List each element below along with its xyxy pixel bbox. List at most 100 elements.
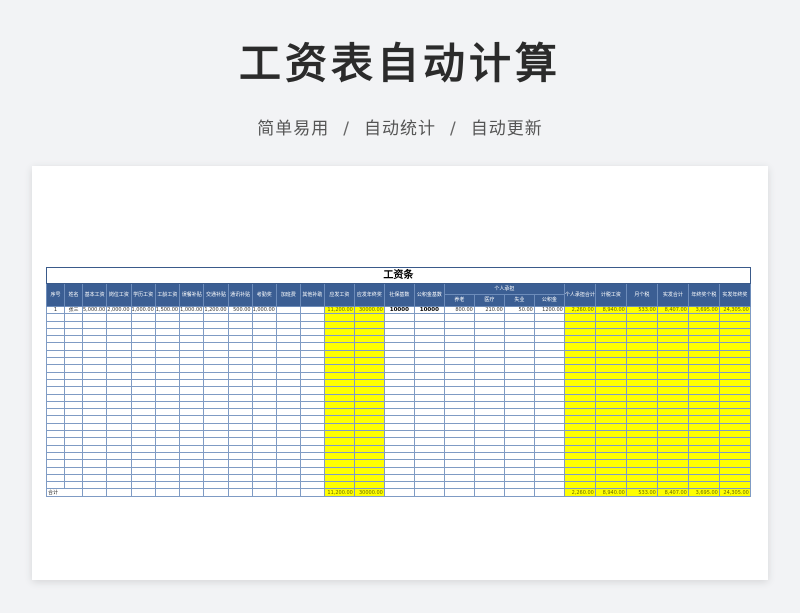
table-cell[interactable]	[64, 371, 83, 380]
table-cell[interactable]	[203, 430, 229, 439]
table-cell[interactable]	[533, 481, 565, 490]
table-cell[interactable]: 3,695.00	[687, 305, 720, 315]
table-cell[interactable]	[106, 466, 132, 475]
table-cell[interactable]	[154, 481, 181, 490]
table-cell[interactable]	[46, 335, 65, 344]
table-cell[interactable]: 800.00	[443, 305, 475, 315]
table-cell[interactable]	[383, 481, 415, 490]
table-cell[interactable]	[563, 481, 596, 490]
table-cell[interactable]	[130, 481, 156, 490]
table-cell[interactable]	[443, 335, 475, 344]
table-cell[interactable]	[251, 349, 277, 359]
table-cell[interactable]	[443, 422, 475, 432]
table-cell[interactable]	[413, 335, 445, 344]
table-cell[interactable]	[594, 357, 627, 366]
table-cell[interactable]	[106, 386, 132, 395]
table-cell[interactable]	[46, 459, 65, 468]
table-cell[interactable]	[323, 357, 355, 366]
table-cell[interactable]	[383, 473, 415, 483]
table-cell[interactable]	[443, 473, 475, 483]
table-cell[interactable]	[383, 408, 415, 417]
table-cell[interactable]	[203, 371, 229, 380]
table-cell[interactable]	[106, 335, 132, 344]
table-cell[interactable]	[443, 342, 475, 351]
table-cell[interactable]	[81, 357, 108, 366]
table-cell[interactable]	[443, 371, 475, 380]
table-cell[interactable]	[594, 451, 627, 461]
table-cell[interactable]	[413, 386, 445, 395]
table-cell[interactable]	[323, 430, 355, 439]
table-cell[interactable]	[299, 342, 325, 351]
table-cell[interactable]: 11,200.00	[323, 305, 355, 315]
table-cell[interactable]	[275, 400, 301, 410]
table-cell[interactable]	[443, 408, 475, 417]
table-cell[interactable]	[656, 466, 689, 475]
table-cell[interactable]	[533, 357, 565, 366]
table-cell[interactable]	[443, 444, 475, 453]
table-cell[interactable]	[46, 327, 65, 337]
table-cell[interactable]	[353, 386, 385, 395]
table-cell[interactable]	[251, 459, 277, 468]
table-cell[interactable]	[299, 393, 325, 402]
table-cell[interactable]	[533, 444, 565, 453]
table-cell[interactable]	[299, 415, 325, 424]
table-cell[interactable]	[106, 437, 132, 446]
table-cell[interactable]	[64, 422, 83, 432]
table-cell[interactable]	[106, 400, 132, 410]
table-cell[interactable]	[46, 451, 65, 461]
table-cell[interactable]	[443, 415, 475, 424]
table-cell[interactable]: 1,000.00	[179, 305, 205, 315]
table-cell[interactable]	[383, 335, 415, 344]
table-cell[interactable]	[227, 437, 253, 446]
table-cell[interactable]	[179, 393, 205, 402]
table-cell[interactable]	[503, 342, 535, 351]
table-cell[interactable]	[473, 451, 505, 461]
table-cell[interactable]	[179, 371, 205, 380]
table-cell[interactable]	[656, 444, 689, 453]
table-cell[interactable]	[106, 408, 132, 417]
table-cell[interactable]	[687, 473, 720, 483]
table-cell[interactable]	[625, 422, 658, 432]
table-cell[interactable]	[275, 481, 301, 490]
table-cell[interactable]	[383, 364, 415, 373]
table-cell[interactable]	[473, 459, 505, 468]
table-cell[interactable]	[625, 357, 658, 366]
table-cell[interactable]	[130, 451, 156, 461]
table-cell[interactable]	[533, 400, 565, 410]
table-cell[interactable]	[323, 437, 355, 446]
table-cell[interactable]	[227, 400, 253, 410]
table-cell[interactable]	[323, 408, 355, 417]
table-cell[interactable]	[687, 386, 720, 395]
table-cell[interactable]	[718, 357, 751, 366]
table-cell[interactable]	[473, 444, 505, 453]
table-cell[interactable]	[81, 400, 108, 410]
table-cell[interactable]	[203, 364, 229, 373]
table-cell[interactable]	[64, 437, 83, 446]
table-cell[interactable]	[203, 459, 229, 468]
table-cell[interactable]	[413, 313, 445, 322]
table-cell[interactable]	[443, 466, 475, 475]
table-cell[interactable]	[299, 473, 325, 483]
table-cell[interactable]	[718, 327, 751, 337]
table-cell[interactable]	[130, 320, 156, 329]
table-cell[interactable]: 8,940.00	[594, 305, 627, 315]
table-cell[interactable]	[81, 481, 108, 490]
table-cell[interactable]: 1200.00	[533, 305, 565, 315]
table-cell[interactable]	[154, 466, 181, 475]
table-cell[interactable]	[179, 400, 205, 410]
table-cell[interactable]	[413, 371, 445, 380]
table-cell[interactable]	[130, 371, 156, 380]
table-cell[interactable]	[227, 408, 253, 417]
table-cell[interactable]	[81, 459, 108, 468]
table-cell[interactable]	[64, 481, 83, 490]
table-cell[interactable]	[353, 408, 385, 417]
table-cell[interactable]	[656, 371, 689, 380]
table-cell[interactable]	[625, 313, 658, 322]
table-cell[interactable]	[203, 313, 229, 322]
table-cell[interactable]	[81, 349, 108, 359]
table-cell[interactable]	[179, 327, 205, 337]
table-cell[interactable]	[413, 473, 445, 483]
table-cell[interactable]	[275, 342, 301, 351]
table-cell[interactable]	[473, 357, 505, 366]
table-cell[interactable]	[64, 473, 83, 483]
